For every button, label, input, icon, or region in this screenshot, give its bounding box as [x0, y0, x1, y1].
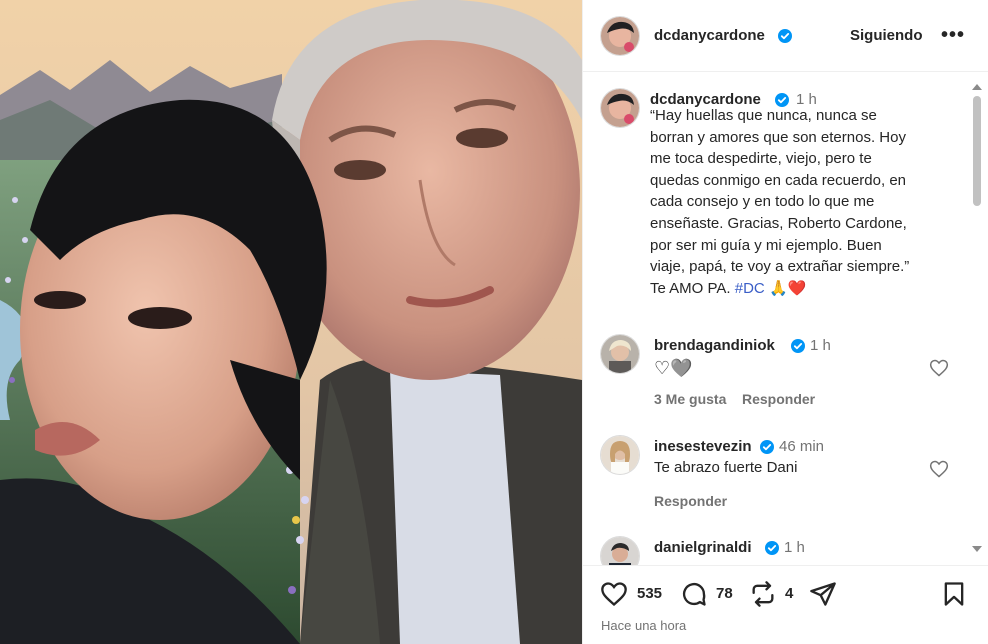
- comment-username[interactable]: inesestevezin: [654, 438, 752, 455]
- likes-count[interactable]: 535: [637, 585, 662, 602]
- comment-likes[interactable]: 3 Me gusta: [654, 391, 726, 407]
- comment-time: 1 h: [810, 337, 831, 354]
- heart-icon[interactable]: [929, 358, 949, 378]
- post-timestamp: Hace una hora: [601, 618, 687, 633]
- comment-time: 46 min: [779, 438, 825, 455]
- author-avatar[interactable]: [601, 17, 639, 55]
- avatar-image: [601, 335, 639, 373]
- caption-line: me toca despedirte, viejo, pero te: [650, 150, 872, 168]
- shares-count[interactable]: 4: [785, 585, 793, 602]
- comments-area[interactable]: dcdanycardone 1 h “Hay huellas que nunca…: [583, 73, 988, 565]
- heart-icon[interactable]: [929, 459, 949, 479]
- caption-last-line: Te AMO PA. #DC 🙏❤️: [650, 278, 940, 300]
- more-icon[interactable]: •••: [941, 24, 965, 47]
- heart-icon[interactable]: [600, 580, 628, 608]
- comment-avatar[interactable]: [601, 537, 639, 565]
- comment-avatar[interactable]: [601, 436, 639, 474]
- verified-icon: [778, 29, 792, 43]
- avatar-image: [601, 537, 639, 565]
- scroll-up-arrow[interactable]: [972, 84, 982, 90]
- avatar-image: [601, 436, 639, 474]
- scroll-down-arrow[interactable]: [972, 546, 982, 552]
- avatar-image: [601, 89, 639, 127]
- caption-line: enseñaste. Gracias, Roberto Cardone,: [650, 214, 907, 232]
- caption-line: viaje, papá, te voy a extrañar siempre.”: [650, 258, 910, 276]
- reply-button[interactable]: Responder: [654, 493, 727, 509]
- scrollbar-thumb[interactable]: [973, 96, 981, 206]
- verified-icon: [791, 339, 805, 353]
- post-photo[interactable]: [0, 0, 582, 644]
- verified-icon: [760, 440, 774, 454]
- verified-icon: [765, 541, 779, 555]
- comment-icon[interactable]: [680, 580, 708, 608]
- share-icon[interactable]: [809, 580, 837, 608]
- comments-scrollbar[interactable]: [971, 84, 983, 552]
- avatar-image: [601, 17, 639, 55]
- comments-count[interactable]: 78: [716, 585, 733, 602]
- caption-emoji: 🙏❤️: [768, 279, 807, 297]
- post-header: dcdanycardone Siguiendo •••: [583, 0, 988, 72]
- caption-line: quedas conmigo en cada recuerdo, en: [650, 171, 907, 189]
- caption-line: “Hay huellas que nunca, nunca se: [650, 107, 877, 124]
- post-side-panel: dcdanycardone Siguiendo ••• dcdanycardon…: [582, 0, 988, 644]
- reply-button[interactable]: Responder: [742, 391, 815, 407]
- comment-text: Te abrazo fuerte Dani: [654, 459, 798, 476]
- comment-time: 1 h: [784, 539, 805, 556]
- comment-username[interactable]: danielgrinaldi: [654, 539, 752, 556]
- author-username[interactable]: dcdanycardone: [654, 27, 765, 44]
- caption-avatar[interactable]: [601, 89, 639, 127]
- bookmark-icon[interactable]: [940, 580, 968, 608]
- comment-username[interactable]: brendagandiniok: [654, 337, 775, 354]
- post-actions: 535 78 4 Hace una hora: [583, 565, 988, 644]
- caption-line: por ser mi guía y mi ejemplo. Buen: [650, 236, 882, 254]
- caption-line: borran y amores que son eternos. Hoy: [650, 128, 906, 146]
- photo-illustration: [0, 0, 582, 644]
- caption-text: “Hay huellas que nunca, nunca se borran …: [650, 105, 940, 299]
- comment-avatar[interactable]: [601, 335, 639, 373]
- caption-line: cada consejo y en todo lo que me: [650, 193, 875, 211]
- following-button[interactable]: Siguiendo: [850, 27, 923, 44]
- repost-icon[interactable]: [749, 580, 777, 608]
- comment-text: ♡🩶: [654, 358, 693, 378]
- caption-last-prefix: Te AMO PA.: [650, 279, 735, 297]
- hashtag-link[interactable]: #DC: [735, 280, 765, 297]
